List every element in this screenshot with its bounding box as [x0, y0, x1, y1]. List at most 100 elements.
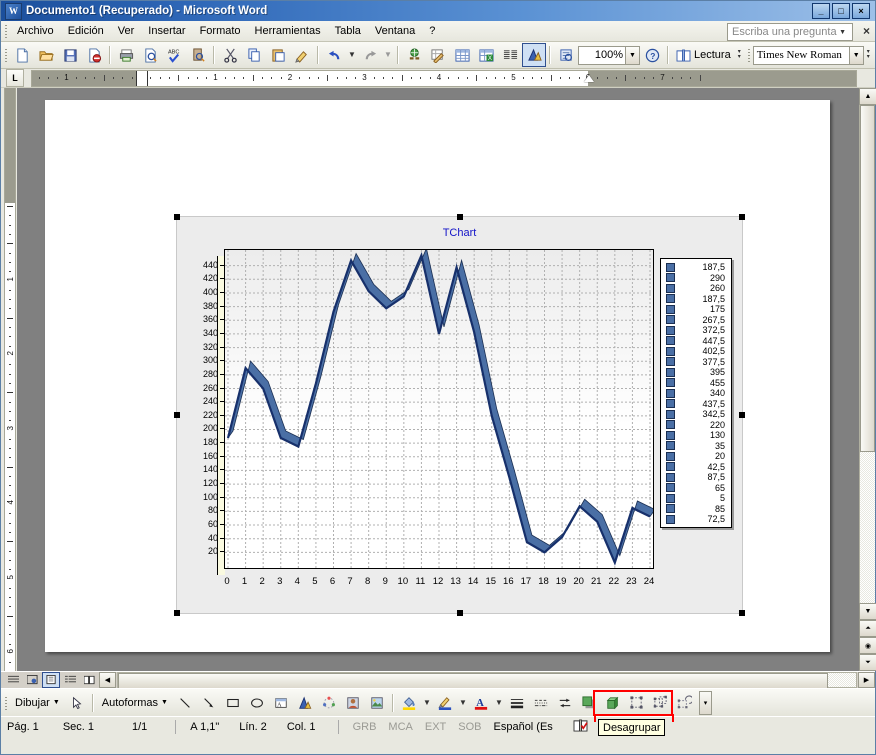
status-language[interactable]: Español (Es	[488, 721, 559, 733]
insert-excel-spreadsheet-icon[interactable]: X	[474, 43, 498, 67]
scroll-up-button[interactable]: ▲	[859, 88, 876, 105]
legend-item[interactable]: 20	[663, 451, 729, 462]
new-document-icon[interactable]	[10, 43, 34, 67]
undo-dropdown-icon[interactable]: ▼	[346, 43, 358, 67]
drawing-toolbar-overflow-button[interactable]: ▾	[698, 690, 712, 715]
menu-item-edicion[interactable]: Edición	[61, 23, 111, 39]
font-name-dropdown-icon[interactable]: ▼	[849, 45, 864, 65]
vertical-scrollbar[interactable]: ▲ ▼ ⏶ ◉ ⏷	[859, 88, 876, 671]
help-icon[interactable]: ?	[640, 43, 664, 67]
legend-item[interactable]: 455	[663, 378, 729, 389]
status-ext[interactable]: EXT	[419, 721, 452, 733]
save-icon[interactable]	[58, 43, 82, 67]
selection-handle-n[interactable]	[457, 214, 463, 220]
legend-item[interactable]: 447,5	[663, 336, 729, 347]
line-color-icon[interactable]	[433, 691, 457, 715]
group-icon[interactable]	[625, 691, 649, 715]
status-grb[interactable]: GRB	[347, 721, 383, 733]
dash-style-icon[interactable]	[529, 691, 553, 715]
cut-icon[interactable]	[218, 43, 242, 67]
fill-color-dropdown-icon[interactable]: ▼	[421, 691, 433, 715]
fill-color-icon[interactable]	[397, 691, 421, 715]
reading-layout-view-button[interactable]	[80, 672, 98, 688]
legend-item[interactable]: 42,5	[663, 462, 729, 473]
legend-item[interactable]: 5	[663, 493, 729, 504]
3d-style-icon[interactable]	[601, 691, 625, 715]
autoshapes-menu-button[interactable]: Autoformas ▼	[97, 697, 173, 709]
legend-item[interactable]: 267,5	[663, 315, 729, 326]
font-color-dropdown-icon[interactable]: ▼	[493, 691, 505, 715]
menu-item-formato[interactable]: Formato	[193, 23, 248, 39]
vertical-scroll-track[interactable]	[859, 105, 875, 603]
indent-marker[interactable]	[136, 70, 148, 86]
arrow-icon[interactable]	[197, 691, 221, 715]
legend-item[interactable]: 437,5	[663, 399, 729, 410]
legend-item[interactable]: 85	[663, 504, 729, 515]
legend-item[interactable]: 187,5	[663, 262, 729, 273]
insert-picture-icon[interactable]	[365, 691, 389, 715]
oval-icon[interactable]	[245, 691, 269, 715]
font-name-box[interactable]: Times New Roman	[752, 45, 850, 65]
tab-stop-selector-button[interactable]: L	[6, 69, 24, 87]
arrow-style-icon[interactable]	[553, 691, 577, 715]
close-task-pane-icon[interactable]: ×	[863, 24, 870, 38]
line-style-icon[interactable]	[505, 691, 529, 715]
formatting-toolbar-gripper[interactable]	[745, 47, 753, 63]
wordart-icon[interactable]	[293, 691, 317, 715]
tchart-object[interactable]: TChart 20 40 60 80 100 120 140 160 180 200 220 240 2…	[174, 214, 745, 616]
selection-handle-nw[interactable]	[174, 214, 180, 220]
close-button[interactable]: ×	[852, 3, 870, 19]
spelling-check-icon[interactable]: ABC	[162, 43, 186, 67]
menu-gripper[interactable]	[3, 23, 10, 39]
horizontal-scroll-thumb[interactable]	[118, 673, 829, 689]
font-color-icon[interactable]: A	[469, 691, 493, 715]
draw-menu-button[interactable]: Dibujar ▼	[10, 697, 65, 709]
status-mca[interactable]: MCA	[382, 721, 418, 733]
legend-item[interactable]: 402,5	[663, 346, 729, 357]
line-icon[interactable]	[173, 691, 197, 715]
menu-item-ver[interactable]: Ver	[111, 23, 142, 39]
normal-view-button[interactable]	[4, 672, 22, 688]
zoom-dropdown-icon[interactable]: ▼	[626, 45, 640, 65]
horizontal-ruler[interactable]: 11234567	[31, 69, 857, 87]
paste-icon[interactable]	[266, 43, 290, 67]
maximize-button[interactable]: □	[832, 3, 850, 19]
selection-handle-sw[interactable]	[174, 610, 180, 616]
selection-handle-ne[interactable]	[739, 214, 745, 220]
outline-view-button[interactable]	[61, 672, 79, 688]
menu-item-help[interactable]: ?	[422, 23, 442, 39]
undo-icon[interactable]	[322, 43, 346, 67]
legend-item[interactable]: 175	[663, 304, 729, 315]
legend-item[interactable]: 72,5	[663, 514, 729, 525]
menu-item-herramientas[interactable]: Herramientas	[248, 23, 328, 39]
scroll-right-button[interactable]: ▶	[858, 672, 875, 688]
legend-item[interactable]: 220	[663, 420, 729, 431]
tables-and-borders-icon[interactable]	[426, 43, 450, 67]
legend-item[interactable]: 342,5	[663, 409, 729, 420]
legend-item[interactable]: 377,5	[663, 357, 729, 368]
copy-icon[interactable]	[242, 43, 266, 67]
print-layout-view-button[interactable]	[42, 672, 60, 688]
ask-a-question-box[interactable]: Escriba una pregunta ▼	[727, 23, 853, 41]
document-map-icon[interactable]	[554, 43, 578, 67]
text-box-icon[interactable]: A	[269, 691, 293, 715]
right-indent-marker[interactable]	[584, 74, 594, 82]
toolbar-overflow-icon[interactable]: ▾ ▾	[735, 45, 744, 65]
previous-page-button[interactable]: ⏶	[859, 620, 876, 637]
document-page[interactable]: TChart 20 40 60 80 100 120 140 160 180 200 220 240 2…	[45, 100, 830, 652]
rectangle-icon[interactable]	[221, 691, 245, 715]
menu-item-insertar[interactable]: Insertar	[141, 23, 192, 39]
columns-icon[interactable]	[498, 43, 522, 67]
spellcheck-icon[interactable]	[559, 718, 594, 735]
legend-item[interactable]: 372,5	[663, 325, 729, 336]
select-browse-object-button[interactable]: ◉	[859, 637, 876, 654]
next-page-button[interactable]: ⏷	[859, 654, 876, 671]
format-painter-icon[interactable]	[290, 43, 314, 67]
clip-art-icon[interactable]	[341, 691, 365, 715]
insert-table-icon[interactable]	[450, 43, 474, 67]
selection-handle-se[interactable]	[739, 610, 745, 616]
drawing-toolbar-gripper[interactable]	[3, 694, 10, 711]
permission-icon[interactable]	[82, 43, 106, 67]
open-folder-icon[interactable]	[34, 43, 58, 67]
vertical-ruler[interactable]: 1 2 3 4 5 6	[1, 88, 17, 671]
